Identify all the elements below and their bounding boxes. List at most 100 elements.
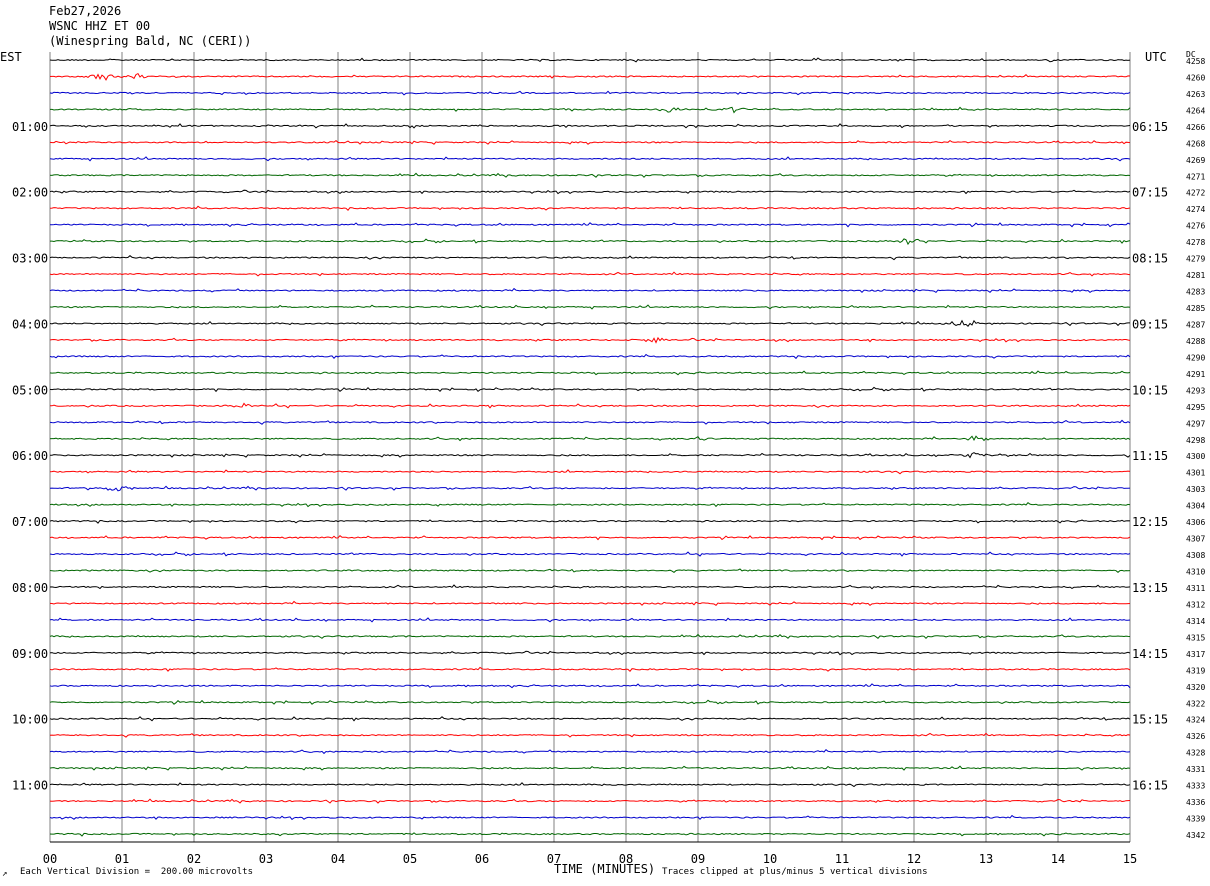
dc-offset-label: 4306 <box>1186 518 1205 527</box>
right-hour-label: 16:15 <box>1132 779 1168 793</box>
dc-offset-label: 4298 <box>1186 436 1205 445</box>
dc-offset-label: 4276 <box>1186 222 1205 231</box>
dc-offset-label: 4312 <box>1186 600 1205 609</box>
right-hour-label: 13:15 <box>1132 581 1168 595</box>
seismic-trace <box>49 205 1131 211</box>
dc-offset-label: 4311 <box>1186 584 1205 593</box>
x-tick-label: 13 <box>979 852 993 866</box>
seismic-trace <box>49 419 1131 425</box>
right-hour-label: 07:15 <box>1132 186 1168 200</box>
clip-note: Traces clipped at plus/minus 5 vertical … <box>662 867 928 877</box>
seismic-trace <box>49 765 1131 771</box>
x-tick-label: 02 <box>187 852 201 866</box>
left-hour-label: 06:00 <box>12 449 48 463</box>
seismic-trace <box>49 584 1131 590</box>
left-timezone-label: EST <box>0 50 22 64</box>
seismic-trace <box>49 535 1131 541</box>
dc-offset-label: 4324 <box>1186 716 1205 725</box>
x-tick-label: 00 <box>43 852 57 866</box>
seismic-trace <box>49 72 1131 81</box>
dc-offset-label: 4263 <box>1186 90 1205 99</box>
right-hour-label: 11:15 <box>1132 449 1168 463</box>
dc-offset-label: 4319 <box>1186 666 1205 675</box>
seismic-trace <box>49 271 1131 277</box>
seismic-trace <box>49 633 1131 640</box>
dc-offset-label: 4268 <box>1186 139 1205 148</box>
dc-offset-label: 4288 <box>1186 337 1205 346</box>
dc-offset-label: 4310 <box>1186 568 1205 577</box>
seismic-trace <box>49 485 1131 492</box>
dc-offset-label: 4295 <box>1186 403 1205 412</box>
dc-offset-header: DC <box>1186 50 1196 59</box>
x-tick-label: 12 <box>907 852 921 866</box>
right-hour-label: 10:15 <box>1132 383 1168 397</box>
dc-offset-label: 4315 <box>1186 633 1205 642</box>
dc-offset-label: 4290 <box>1186 353 1205 362</box>
dc-offset-label: 4291 <box>1186 370 1205 379</box>
right-hour-label: 15:15 <box>1132 713 1168 727</box>
right-hour-label: 12:15 <box>1132 515 1168 529</box>
seismic-trace <box>49 666 1131 673</box>
left-hour-label: 10:00 <box>12 713 48 727</box>
dc-offset-label: 4320 <box>1186 683 1205 692</box>
scale-note: Each Vertical Division = 200.00 microvol… <box>20 867 253 877</box>
dc-offset-label: 4269 <box>1186 156 1205 165</box>
dc-offset-label: 4304 <box>1186 502 1205 511</box>
seismic-trace <box>49 617 1131 623</box>
dc-offset-label: 4301 <box>1186 469 1205 478</box>
dc-offset-label: 4333 <box>1186 782 1205 791</box>
x-tick-label: 05 <box>403 852 417 866</box>
left-hour-label: 01:00 <box>12 120 48 134</box>
x-axis-label: TIME (MINUTES) <box>554 862 656 876</box>
x-tick-label: 09 <box>691 852 705 866</box>
left-hour-label: 07:00 <box>12 515 48 529</box>
dc-offset-label: 4285 <box>1186 304 1205 313</box>
seismic-trace <box>49 435 1131 442</box>
seismic-trace <box>49 353 1131 360</box>
dc-offset-label: 4308 <box>1186 551 1205 560</box>
seismic-trace <box>49 798 1131 804</box>
seismic-trace <box>49 222 1131 228</box>
x-tick-label: 11 <box>835 852 849 866</box>
dc-offset-label: 4287 <box>1186 320 1205 329</box>
seismic-trace <box>49 319 1130 327</box>
dc-offset-label: 4317 <box>1186 650 1205 659</box>
dc-offset-label: 4303 <box>1186 485 1205 494</box>
left-hour-label: 02:00 <box>12 186 48 200</box>
seismic-trace <box>49 336 1131 344</box>
dc-offset-label: 4326 <box>1186 732 1205 741</box>
left-hour-label: 11:00 <box>12 779 48 793</box>
seismic-trace <box>49 814 1131 821</box>
dc-offset-label: 4272 <box>1186 189 1205 198</box>
seismic-trace <box>50 238 1131 246</box>
left-hour-label: 03:00 <box>12 252 48 266</box>
left-hour-label: 08:00 <box>12 581 48 595</box>
x-tick-label: 03 <box>259 852 273 866</box>
x-tick-label: 14 <box>1051 852 1065 866</box>
right-hour-label: 06:15 <box>1132 120 1168 134</box>
seismic-trace <box>49 650 1131 656</box>
seismic-trace <box>49 832 1131 837</box>
dc-offset-label: 4336 <box>1186 798 1205 807</box>
dc-offset-label: 4260 <box>1186 73 1205 82</box>
right-hour-label: 14:15 <box>1132 647 1168 661</box>
left-hour-label: 09:00 <box>12 647 48 661</box>
x-tick-label: 15 <box>1123 852 1137 866</box>
seismic-trace <box>49 683 1131 689</box>
seismic-trace <box>49 469 1131 475</box>
x-tick-label: 04 <box>331 852 345 866</box>
seismic-trace <box>49 255 1131 261</box>
seismic-trace <box>49 123 1131 129</box>
x-tick-label: 06 <box>475 852 489 866</box>
seismic-trace <box>49 57 1131 63</box>
seismic-trace <box>49 716 1131 722</box>
seismic-trace <box>49 699 1131 705</box>
left-hour-label: 04:00 <box>12 317 48 331</box>
seismic-trace <box>49 189 1131 195</box>
dc-offset-label: 4307 <box>1186 535 1205 544</box>
seismic-trace <box>49 156 1131 162</box>
dc-offset-label: 4322 <box>1186 699 1205 708</box>
seismic-trace <box>50 452 1131 459</box>
seismic-trace <box>49 600 1131 606</box>
seismic-trace <box>50 402 1131 409</box>
